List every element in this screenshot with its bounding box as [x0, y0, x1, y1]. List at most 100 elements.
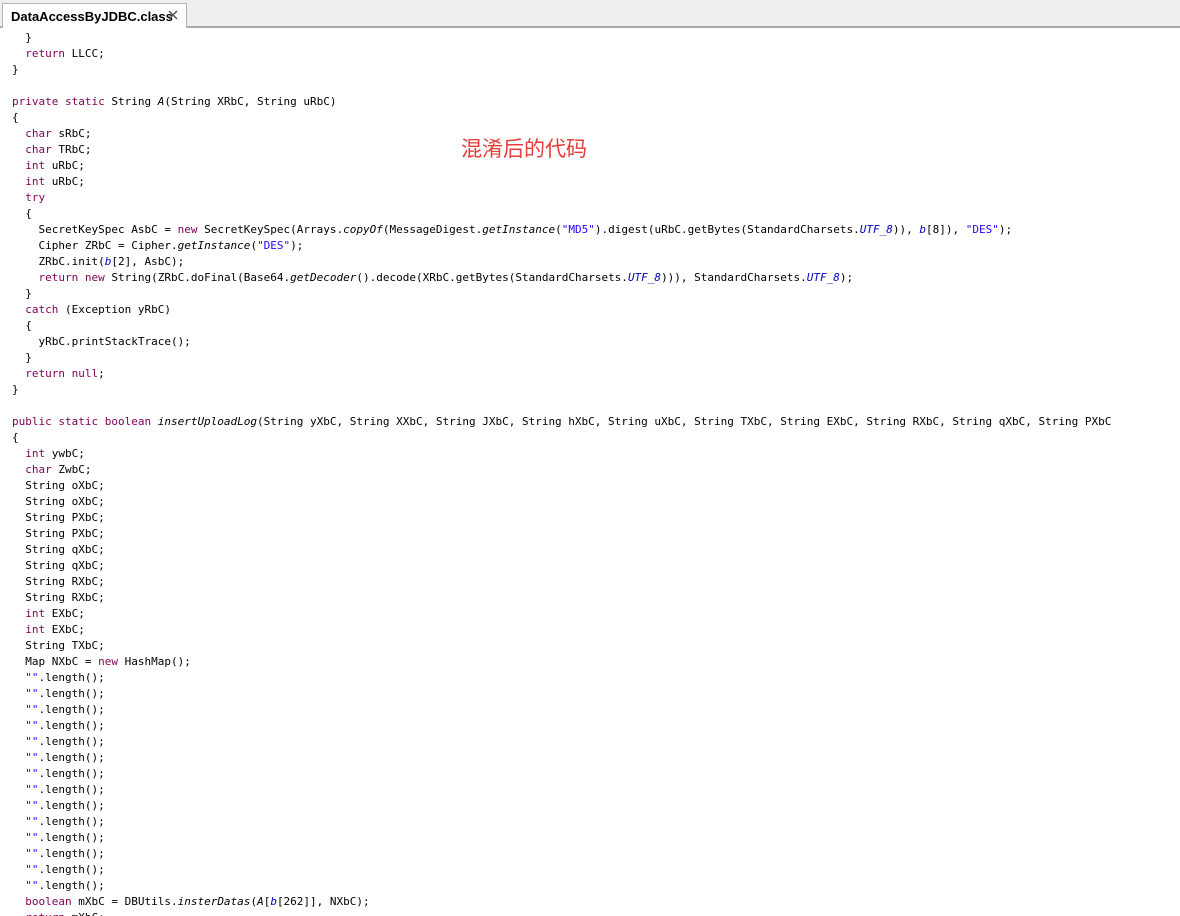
- code-token: String RXbC;: [12, 591, 105, 604]
- code-line: public static boolean insertUploadLog(St…: [12, 414, 1180, 430]
- code-token: UTF_8: [806, 271, 840, 284]
- code-token: .length();: [38, 783, 105, 796]
- code-line: "".length();: [12, 686, 1180, 702]
- code-line: String TXbC;: [12, 638, 1180, 654]
- code-line: String oXbC;: [12, 494, 1180, 510]
- annotation-label: 混淆后的代码: [461, 137, 587, 161]
- code-token: (String XRbC, String uRbC): [164, 95, 337, 108]
- code-line: char sRbC;: [12, 126, 1180, 142]
- code-token: String oXbC;: [12, 495, 105, 508]
- code-editor[interactable]: } return LLCC;} private static String A(S…: [0, 30, 1180, 916]
- code-token: getDecoder: [290, 271, 357, 284]
- code-token: int: [25, 159, 46, 172]
- code-token: String PXbC;: [12, 511, 105, 524]
- code-line: int uRbC;: [12, 158, 1180, 174]
- code-view: } return LLCC;} private static String A(S…: [12, 30, 1180, 916]
- code-token: )),: [892, 223, 920, 236]
- code-line: char TRbC;: [12, 142, 1180, 158]
- code-token: "": [25, 767, 39, 780]
- code-token: .length();: [38, 703, 105, 716]
- code-token: {: [12, 431, 19, 444]
- code-token: public static boolean: [12, 415, 152, 428]
- code-token: return null: [25, 367, 99, 380]
- code-token: char: [25, 127, 52, 140]
- code-token: "": [25, 703, 39, 716]
- code-token: yRbC.printStackTrace();: [12, 335, 191, 348]
- tab-file[interactable]: DataAccessByJDBC.class: [2, 3, 187, 28]
- code-token: String RXbC;: [12, 575, 105, 588]
- code-token: [2], AsbC);: [111, 255, 185, 268]
- code-token: "": [25, 799, 39, 812]
- code-token: "DES": [965, 223, 999, 236]
- code-token: }: [12, 351, 32, 364]
- code-token: try: [25, 191, 46, 204]
- code-token: return: [25, 47, 65, 60]
- code-line: "".length();: [12, 830, 1180, 846]
- code-token: return: [25, 911, 65, 916]
- code-token: (MessageDigest.: [382, 223, 483, 236]
- code-token: .length();: [38, 847, 105, 860]
- code-line: String PXbC;: [12, 526, 1180, 542]
- code-token: new: [98, 655, 118, 668]
- close-icon[interactable]: [166, 8, 180, 22]
- code-token: Map NXbC =: [12, 655, 99, 668]
- code-token: UTF_8: [859, 223, 893, 236]
- code-line: "".length();: [12, 750, 1180, 766]
- code-token: sRbC;: [51, 127, 92, 140]
- code-line: Cipher ZRbC = Cipher.getInstance("DES");: [12, 238, 1180, 254]
- code-line: String qXbC;: [12, 558, 1180, 574]
- code-token: A: [257, 895, 264, 908]
- code-token: .length();: [38, 671, 105, 684]
- code-token: "": [25, 879, 39, 892]
- code-token: String(ZRbC.doFinal(Base64.: [104, 271, 291, 284]
- code-token: String TXbC;: [12, 639, 105, 652]
- code-token: b: [270, 895, 277, 908]
- code-token: String qXbC;: [12, 543, 105, 556]
- code-token: int: [25, 623, 46, 636]
- code-token: private static: [12, 95, 105, 108]
- code-token: ;: [98, 367, 105, 380]
- code-line: private static String A(String XRbC, Str…: [12, 94, 1180, 110]
- code-line: SecretKeySpec AsbC = new SecretKeySpec(A…: [12, 222, 1180, 238]
- code-line: String oXbC;: [12, 478, 1180, 494]
- code-token: "": [25, 719, 39, 732]
- code-token: .length();: [38, 719, 105, 732]
- code-token: int: [25, 447, 46, 460]
- code-token: "DES": [257, 239, 291, 252]
- code-token: {: [12, 319, 32, 332]
- code-token: );: [998, 223, 1013, 236]
- code-line: }: [12, 62, 1180, 78]
- code-line: "".length();: [12, 782, 1180, 798]
- code-token: ().decode(XRbC.getBytes(StandardCharsets…: [356, 271, 628, 284]
- code-token: mXbC = DBUtils.: [71, 895, 178, 908]
- code-token: .length();: [38, 799, 105, 812]
- code-token: "": [25, 671, 39, 684]
- code-token: "MD5": [561, 223, 595, 236]
- code-line: String qXbC;: [12, 542, 1180, 558]
- code-token: Cipher ZRbC = Cipher.: [12, 239, 178, 252]
- code-token: copyOf: [343, 223, 383, 236]
- code-token: EXbC;: [45, 623, 85, 636]
- code-token: catch: [25, 303, 59, 316]
- code-token: UTF_8: [627, 271, 662, 284]
- code-line: return null;: [12, 366, 1180, 382]
- code-token: new: [177, 223, 198, 236]
- code-token: "": [25, 815, 39, 828]
- code-token: "": [25, 863, 39, 876]
- editor-tab-bar: DataAccessByJDBC.class: [0, 0, 1180, 28]
- code-token: [262]], NXbC);: [276, 895, 370, 908]
